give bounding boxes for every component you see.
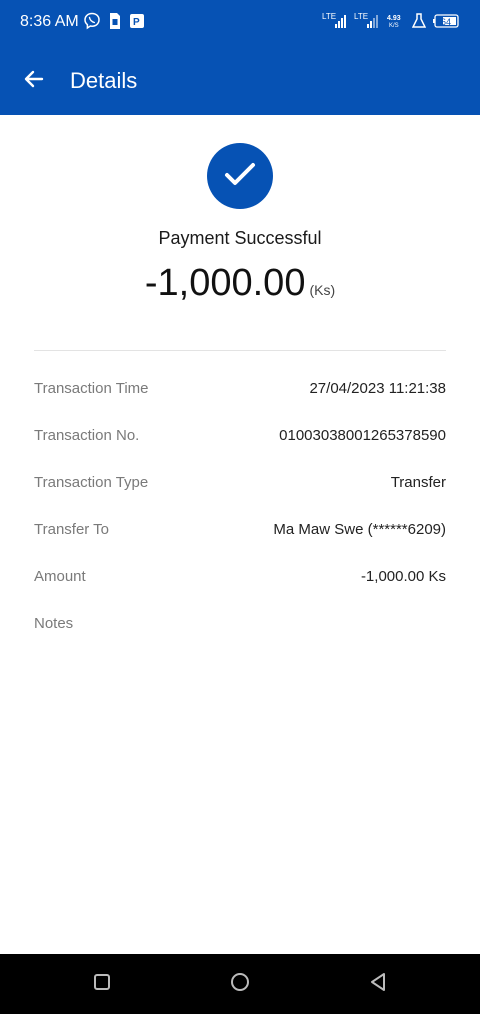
svg-text:P: P bbox=[133, 17, 140, 28]
success-badge bbox=[207, 143, 273, 209]
detail-label: Notes bbox=[34, 614, 74, 632]
detail-value: 27/04/2023 11:21:38 bbox=[309, 379, 446, 397]
status-time: 8:36 AM bbox=[20, 13, 79, 30]
detail-row-transaction-type: Transaction Type Transfer bbox=[34, 470, 446, 494]
detail-row-amount: Amount -1,000.00 Ks bbox=[34, 564, 446, 588]
payment-status: Payment Successful bbox=[158, 228, 322, 248]
detail-row-notes: Notes bbox=[34, 611, 446, 635]
app-notification-icon: P bbox=[129, 12, 145, 30]
signal-icon-1: LTE bbox=[322, 12, 348, 30]
flask-icon bbox=[412, 12, 426, 30]
system-nav-bar bbox=[0, 954, 480, 1014]
detail-value: -1,000.00 Ks bbox=[360, 567, 446, 585]
square-icon bbox=[93, 973, 111, 996]
header: 8:36 AM P LTE LTE 4.93 K/S 64 Details bbox=[0, 0, 480, 115]
battery-level: 64 bbox=[441, 17, 451, 27]
divider bbox=[34, 350, 446, 351]
detail-label: Transaction Time bbox=[34, 379, 149, 397]
network-label-1: LTE bbox=[322, 12, 336, 21]
detail-label: Transaction No. bbox=[34, 426, 140, 444]
signal-icon-2: LTE bbox=[354, 12, 380, 30]
battery-icon: 64 bbox=[432, 12, 460, 30]
detail-label: Amount bbox=[34, 567, 86, 585]
detail-row-transaction-time: Transaction Time 27/04/2023 11:21:38 bbox=[34, 376, 446, 400]
back-button[interactable] bbox=[14, 61, 54, 101]
detail-label: Transfer To bbox=[34, 520, 110, 538]
amount-display: -1,000.00 (Ks) bbox=[0, 262, 480, 305]
amount-currency: (Ks) bbox=[309, 282, 336, 298]
speed-indicator: 4.93 K/S bbox=[386, 12, 406, 30]
detail-value: Transfer bbox=[390, 473, 446, 491]
detail-row-transaction-no: Transaction No. 01003038001265378590 bbox=[34, 423, 446, 447]
recents-button[interactable] bbox=[87, 969, 117, 999]
speed-unit: K/S bbox=[389, 23, 399, 29]
detail-label: Transaction Type bbox=[34, 473, 149, 491]
viber-icon bbox=[83, 12, 101, 30]
arrow-left-icon bbox=[22, 67, 46, 96]
home-button[interactable] bbox=[225, 969, 255, 999]
notification-icons: P bbox=[83, 12, 145, 30]
detail-value: Ma Maw Swe (******6209) bbox=[273, 520, 446, 538]
system-icons: LTE LTE 4.93 K/S 64 bbox=[322, 12, 460, 30]
speed-value: 4.93 bbox=[387, 15, 401, 22]
amount-value: -1,000.00 bbox=[144, 262, 306, 304]
check-icon bbox=[222, 156, 258, 197]
page-title: Details bbox=[70, 68, 138, 93]
triangle-back-icon bbox=[368, 972, 388, 997]
status-bar: 8:36 AM P LTE LTE 4.93 K/S 64 bbox=[0, 0, 480, 44]
network-label-2: LTE bbox=[354, 12, 368, 21]
detail-value: 01003038001265378590 bbox=[279, 426, 446, 444]
circle-icon bbox=[230, 972, 250, 997]
app-bar: Details bbox=[0, 55, 480, 107]
sim-icon bbox=[108, 12, 122, 30]
nav-back-button[interactable] bbox=[363, 969, 393, 999]
detail-row-transfer-to: Transfer To Ma Maw Swe (******6209) bbox=[34, 517, 446, 541]
